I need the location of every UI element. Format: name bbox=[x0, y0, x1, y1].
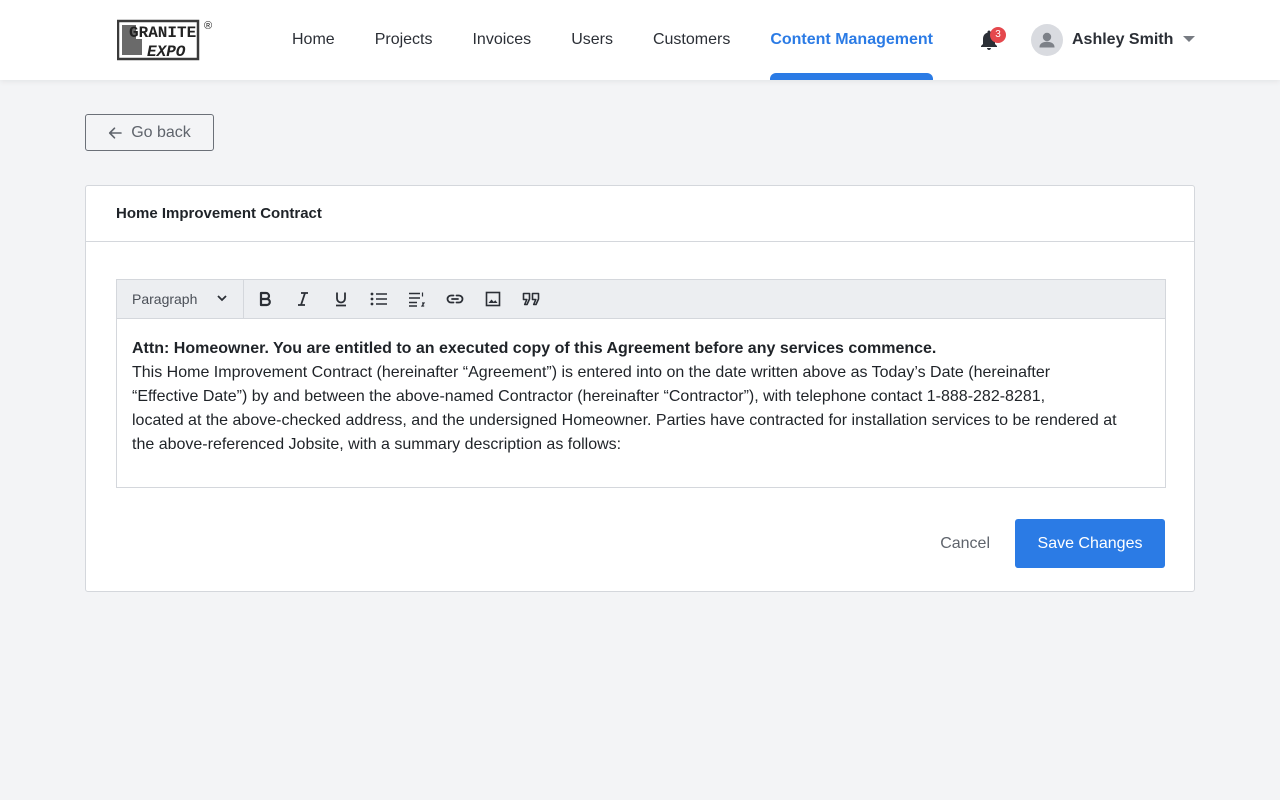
editor-content[interactable]: Attn: Homeowner. You are entitled to an … bbox=[117, 319, 1165, 457]
nav-home[interactable]: Home bbox=[292, 0, 335, 80]
underline-button[interactable] bbox=[322, 280, 360, 318]
numbered-list-button[interactable] bbox=[398, 280, 436, 318]
link-icon bbox=[446, 294, 464, 304]
content-line-3: located at the above-checked address, an… bbox=[132, 412, 1117, 429]
content-lead: Attn: Homeowner. You are entitled to an … bbox=[132, 340, 937, 357]
arrow-left-icon bbox=[109, 126, 123, 139]
content-line-4: the above-referenced Jobsite, with a sum… bbox=[132, 436, 622, 453]
bulleted-list-icon bbox=[370, 292, 387, 306]
image-icon bbox=[485, 291, 501, 307]
rich-text-editor: Paragraph Attn: Homeowner. You are entit… bbox=[116, 279, 1166, 488]
registered-mark: ® bbox=[204, 20, 212, 32]
blockquote-icon bbox=[522, 292, 540, 306]
logo-text-top: GRANITE bbox=[129, 24, 196, 42]
logo-text-bottom: EXPO bbox=[147, 43, 186, 61]
contract-card: Home Improvement Contract Paragraph Attn… bbox=[85, 185, 1195, 592]
italic-icon bbox=[298, 292, 308, 306]
underline-icon bbox=[336, 292, 346, 307]
block-format-value: Paragraph bbox=[132, 291, 198, 307]
cancel-button[interactable]: Cancel bbox=[940, 535, 990, 553]
editor-toolbar: Paragraph bbox=[117, 280, 1165, 319]
card-header: Home Improvement Contract bbox=[86, 186, 1194, 242]
content-line-2: “Effective Date”) by and between the abo… bbox=[132, 388, 1046, 405]
numbered-list-icon bbox=[409, 292, 426, 307]
caret-down-icon[interactable] bbox=[1183, 36, 1195, 42]
nav-invoices[interactable]: Invoices bbox=[472, 0, 531, 80]
go-back-label: Go back bbox=[131, 123, 191, 141]
user-avatar-icon[interactable] bbox=[1031, 24, 1063, 56]
nav-users[interactable]: Users bbox=[571, 0, 613, 80]
nav-content-management[interactable]: Content Management bbox=[770, 0, 933, 80]
bold-icon bbox=[259, 291, 271, 307]
italic-button[interactable] bbox=[284, 280, 322, 318]
image-button[interactable] bbox=[474, 280, 512, 318]
bold-button[interactable] bbox=[246, 280, 284, 318]
blockquote-button[interactable] bbox=[512, 280, 550, 318]
link-button[interactable] bbox=[436, 280, 474, 318]
top-navigation-bar: GRANITE EXPO ® Home Projects Invoices Us… bbox=[0, 0, 1280, 80]
nav-projects[interactable]: Projects bbox=[375, 0, 433, 80]
card-title: Home Improvement Contract bbox=[116, 205, 322, 222]
go-back-button[interactable]: Go back bbox=[85, 114, 214, 151]
content-line-1: This Home Improvement Contract (hereinaf… bbox=[132, 364, 1051, 381]
block-format-select[interactable]: Paragraph bbox=[117, 280, 244, 318]
save-changes-button[interactable]: Save Changes bbox=[1015, 519, 1165, 568]
user-name[interactable]: Ashley Smith bbox=[1072, 30, 1173, 50]
main-nav: Home Projects Invoices Users Customers C… bbox=[292, 0, 973, 80]
nav-customers[interactable]: Customers bbox=[653, 0, 730, 80]
chevron-down-icon bbox=[217, 295, 227, 302]
form-actions: Cancel Save Changes bbox=[940, 519, 1165, 568]
notification-count-badge: 3 bbox=[990, 27, 1006, 43]
bulleted-list-button[interactable] bbox=[360, 280, 398, 318]
granite-expo-logo[interactable]: GRANITE EXPO ® bbox=[117, 17, 217, 63]
